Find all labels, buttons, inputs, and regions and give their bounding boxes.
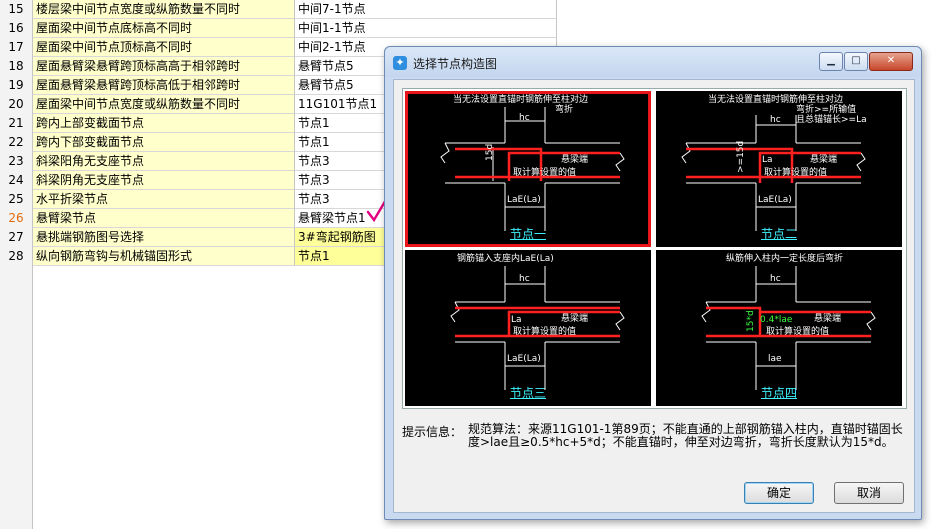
- node-option-1[interactable]: 当无法设置直锚时钢筋伸至柱对边 弯折 hc 15d 悬梁端 取计算设置的值 La…: [405, 91, 651, 247]
- node-4-bottom: lae: [768, 354, 782, 364]
- node-1-bottom: LaE(La): [507, 195, 541, 205]
- property-name-cell: 水平折梁节点: [33, 190, 295, 209]
- node-3-label[interactable]: 节点三: [405, 384, 651, 401]
- node-option-2[interactable]: 当无法设置直锚时钢筋伸至柱对边 弯折>=所输值 且总锚锚长>=La hc >=1…: [656, 91, 902, 247]
- property-name-cell: 楼层梁中间节点宽度或纵筋数量不同时: [33, 0, 295, 19]
- row-number[interactable]: 28: [0, 247, 33, 267]
- property-value-cell[interactable]: 中间1-1节点: [295, 19, 557, 38]
- property-name-cell: 屋面悬臂梁悬臂跨顶标高高于相邻跨时: [33, 57, 295, 76]
- property-name-cell: 屋面梁中间节点底标高不同时: [33, 19, 295, 38]
- node-4-label[interactable]: 节点四: [656, 384, 902, 401]
- dialog-titlebar[interactable]: ✦ 选择节点构造图 ▁ □ ✕: [385, 47, 921, 77]
- row-number[interactable]: 23: [0, 152, 33, 172]
- table-row[interactable]: 16 屋面梁中间节点底标高不同时 中间1-1节点: [0, 19, 557, 39]
- node-2-hc: hc: [770, 115, 781, 125]
- property-value-cell[interactable]: 中间7-1节点: [295, 0, 557, 19]
- minimize-button[interactable]: ▁: [819, 52, 843, 71]
- node-select-dialog: ✦ 选择节点构造图 ▁ □ ✕ 当无法设置直锚时钢筋伸至柱对边 弯折 hc 15…: [384, 46, 922, 520]
- node-1-hc: hc: [519, 113, 530, 123]
- node-1-note1: 悬梁端: [561, 155, 589, 165]
- table-row[interactable]: 15 楼层梁中间节点宽度或纵筋数量不同时 中间7-1节点: [0, 0, 557, 20]
- node-3-header: 钢筋锚入支座内LaE(La): [457, 254, 554, 264]
- node-3-note1: 悬梁端: [561, 314, 589, 324]
- hint-text: 规范算法：来源11G101-1第89页；不能直通的上部钢筋锚入柱内，直锚时锚固长…: [468, 422, 903, 449]
- minimize-icon: ▁: [827, 55, 835, 66]
- close-icon: ✕: [886, 55, 896, 66]
- node-4-note1: 悬梁端: [814, 314, 842, 324]
- close-button[interactable]: ✕: [869, 52, 913, 71]
- node-4-lae-frac: 0.4*lae: [760, 315, 793, 325]
- row-number[interactable]: 21: [0, 114, 33, 134]
- node-option-3[interactable]: 钢筋锚入支座内LaE(La) hc La 悬梁端 取计算设置的值 LaE(La)…: [405, 250, 651, 406]
- node-2-note2: 取计算设置的值: [764, 168, 828, 178]
- node-2-dim: >=15d: [736, 140, 746, 173]
- dialog-title: 选择节点构造图: [413, 57, 498, 71]
- property-name-cell: 纵向钢筋弯钩与机械锚固形式: [33, 247, 295, 266]
- node-2-label[interactable]: 节点二: [656, 225, 902, 242]
- row-number[interactable]: 22: [0, 133, 33, 153]
- node-3-note2: 取计算设置的值: [513, 327, 577, 337]
- node-4-note2: 取计算设置的值: [766, 327, 830, 337]
- row-number[interactable]: 25: [0, 190, 33, 210]
- node-diagram-panel: 当无法设置直锚时钢筋伸至柱对边 弯折 hc 15d 悬梁端 取计算设置的值 La…: [402, 88, 907, 409]
- row-number[interactable]: 15: [0, 0, 33, 20]
- property-name-cell: 屋面梁中间节点宽度或纵筋数量不同时: [33, 95, 295, 114]
- node-3-bottom: LaE(La): [507, 354, 541, 364]
- row-header-blank: [0, 266, 33, 529]
- node-1-label[interactable]: 节点一: [405, 225, 651, 242]
- property-name-cell: 斜梁阳角无支座节点: [33, 152, 295, 171]
- node-option-4[interactable]: 纵筋伸入柱内一定长度后弯折 hc 15*d 0.4*lae 悬梁端 取计算设置的…: [656, 250, 902, 406]
- cancel-button[interactable]: 取消: [834, 482, 904, 504]
- hint-label: 提示信息：: [402, 425, 463, 439]
- row-number[interactable]: 16: [0, 19, 33, 39]
- node-3-la: La: [511, 315, 522, 325]
- row-number[interactable]: 17: [0, 38, 33, 58]
- property-name-cell: 屋面梁中间节点顶标高不同时: [33, 38, 295, 57]
- maximize-icon: □: [851, 55, 861, 66]
- row-number[interactable]: 26: [0, 209, 33, 229]
- node-2-bottom: LaE(La): [758, 195, 792, 205]
- node-2-header: 当无法设置直锚时钢筋伸至柱对边: [708, 95, 844, 105]
- node-1-dim: 15d: [485, 143, 495, 161]
- node-4-dim: 15*d: [746, 310, 756, 332]
- property-name-cell: 跨内上部变截面节点: [33, 114, 295, 133]
- property-name-cell: 悬挑端钢筋图号选择: [33, 228, 295, 247]
- node-4-header: 纵筋伸入柱内一定长度后弯折: [726, 254, 844, 264]
- property-name-cell: 斜梁阴角无支座节点: [33, 171, 295, 190]
- property-name-cell: 跨内下部变截面节点: [33, 133, 295, 152]
- node-2-la: La: [762, 155, 773, 165]
- node-1-header2: 弯折: [555, 105, 574, 115]
- property-name-cell: 悬臂梁节点: [33, 209, 295, 228]
- row-number[interactable]: 24: [0, 171, 33, 191]
- node-1-note2: 取计算设置的值: [513, 168, 577, 178]
- row-number[interactable]: 18: [0, 57, 33, 77]
- node-3-hc: hc: [519, 274, 530, 284]
- node-4-hc: hc: [770, 274, 781, 284]
- dialog-client: 当无法设置直锚时钢筋伸至柱对边 弯折 hc 15d 悬梁端 取计算设置的值 La…: [393, 79, 915, 513]
- property-name-cell: 屋面悬臂梁悬臂跨顶标高低于相邻跨时: [33, 76, 295, 95]
- ok-button[interactable]: 确定: [744, 482, 814, 504]
- row-number[interactable]: 27: [0, 228, 33, 248]
- node-2-header2: 弯折>=所输值: [796, 105, 857, 115]
- node-1-header: 当无法设置直锚时钢筋伸至柱对边: [453, 95, 589, 105]
- node-2-note1: 悬梁端: [810, 155, 838, 165]
- maximize-button[interactable]: □: [844, 52, 868, 71]
- node-2-header3: 且总锚锚长>=La: [796, 115, 867, 125]
- row-number[interactable]: 20: [0, 95, 33, 115]
- app-icon: ✦: [393, 56, 407, 70]
- row-number[interactable]: 19: [0, 76, 33, 96]
